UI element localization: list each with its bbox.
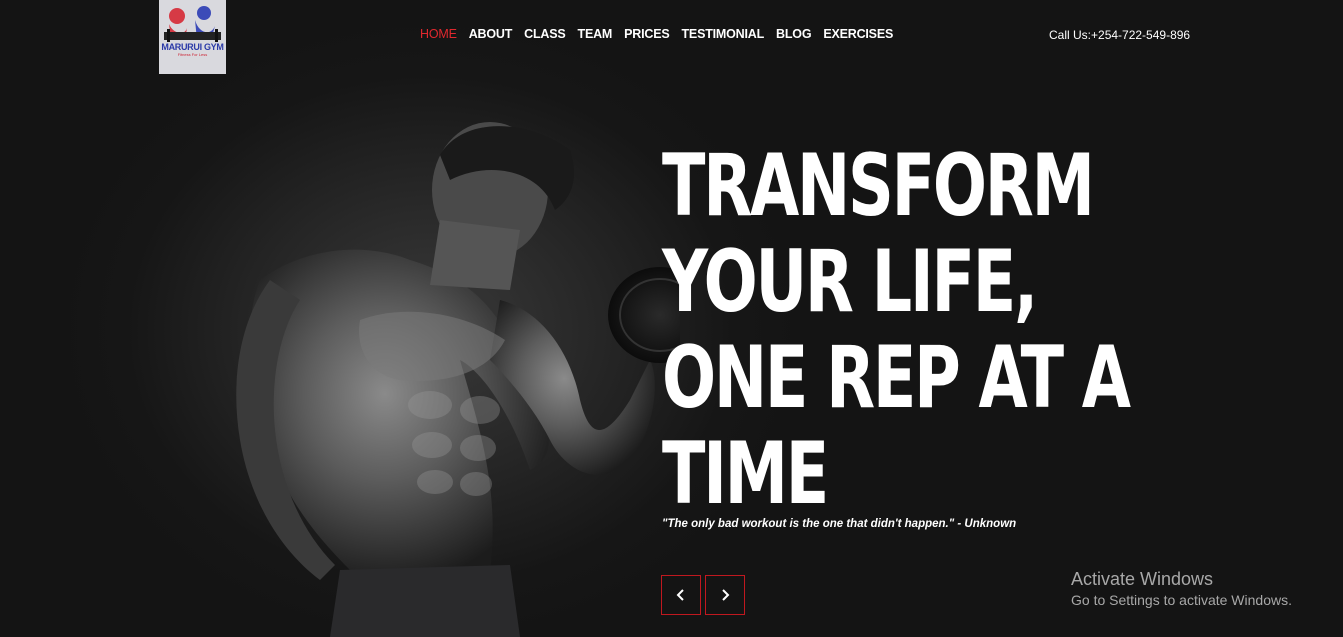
nav-home[interactable]: HOME bbox=[420, 27, 457, 41]
gym-logo[interactable]: MARURUI GYM Fitness For Less bbox=[159, 0, 226, 74]
headline-line-2: YOUR LIFE, bbox=[662, 232, 1038, 332]
watermark-title: Activate Windows bbox=[1071, 569, 1214, 589]
watermark-subtitle: Go to Settings to activate Windows. bbox=[1071, 592, 1292, 608]
slider-prev-button[interactable] bbox=[661, 575, 701, 615]
nav-testimonial[interactable]: TESTIMONIAL bbox=[682, 27, 765, 41]
slider-next-button[interactable] bbox=[705, 575, 745, 615]
headline-line-1: TRANSFORM bbox=[662, 136, 1095, 236]
headline-line-3: ONE REP AT A bbox=[662, 328, 1131, 428]
nav-exercises[interactable]: EXERCISES bbox=[823, 27, 893, 41]
nav-about[interactable]: ABOUT bbox=[469, 27, 513, 41]
call-us-phone[interactable]: Call Us:+254-722-549-896 bbox=[1049, 28, 1190, 42]
nav-class[interactable]: CLASS bbox=[524, 27, 566, 41]
athlete-image bbox=[236, 122, 680, 637]
nav-team[interactable]: TEAM bbox=[578, 27, 613, 41]
main-navigation: HOME ABOUT CLASS TEAM PRICES TESTIMONIAL… bbox=[420, 27, 905, 41]
logo-tagline: Fitness For Less bbox=[177, 52, 208, 57]
nav-blog[interactable]: BLOG bbox=[776, 27, 812, 41]
hero-headline: TRANSFORM YOUR LIFE, ONE REP AT A TIME bbox=[662, 136, 1131, 524]
slider-controls bbox=[661, 575, 745, 615]
chevron-right-icon bbox=[722, 589, 730, 601]
hero-quote: "The only bad workout is the one that di… bbox=[662, 518, 1017, 530]
activate-windows-watermark: Activate Windows Go to Settings to activ… bbox=[1071, 568, 1292, 610]
logo-figures-icon bbox=[159, 4, 226, 43]
nav-prices[interactable]: PRICES bbox=[624, 27, 670, 41]
headline-line-4: TIME bbox=[662, 424, 829, 524]
logo-name: MARURUI GYM bbox=[161, 42, 224, 52]
chevron-left-icon bbox=[676, 589, 684, 601]
